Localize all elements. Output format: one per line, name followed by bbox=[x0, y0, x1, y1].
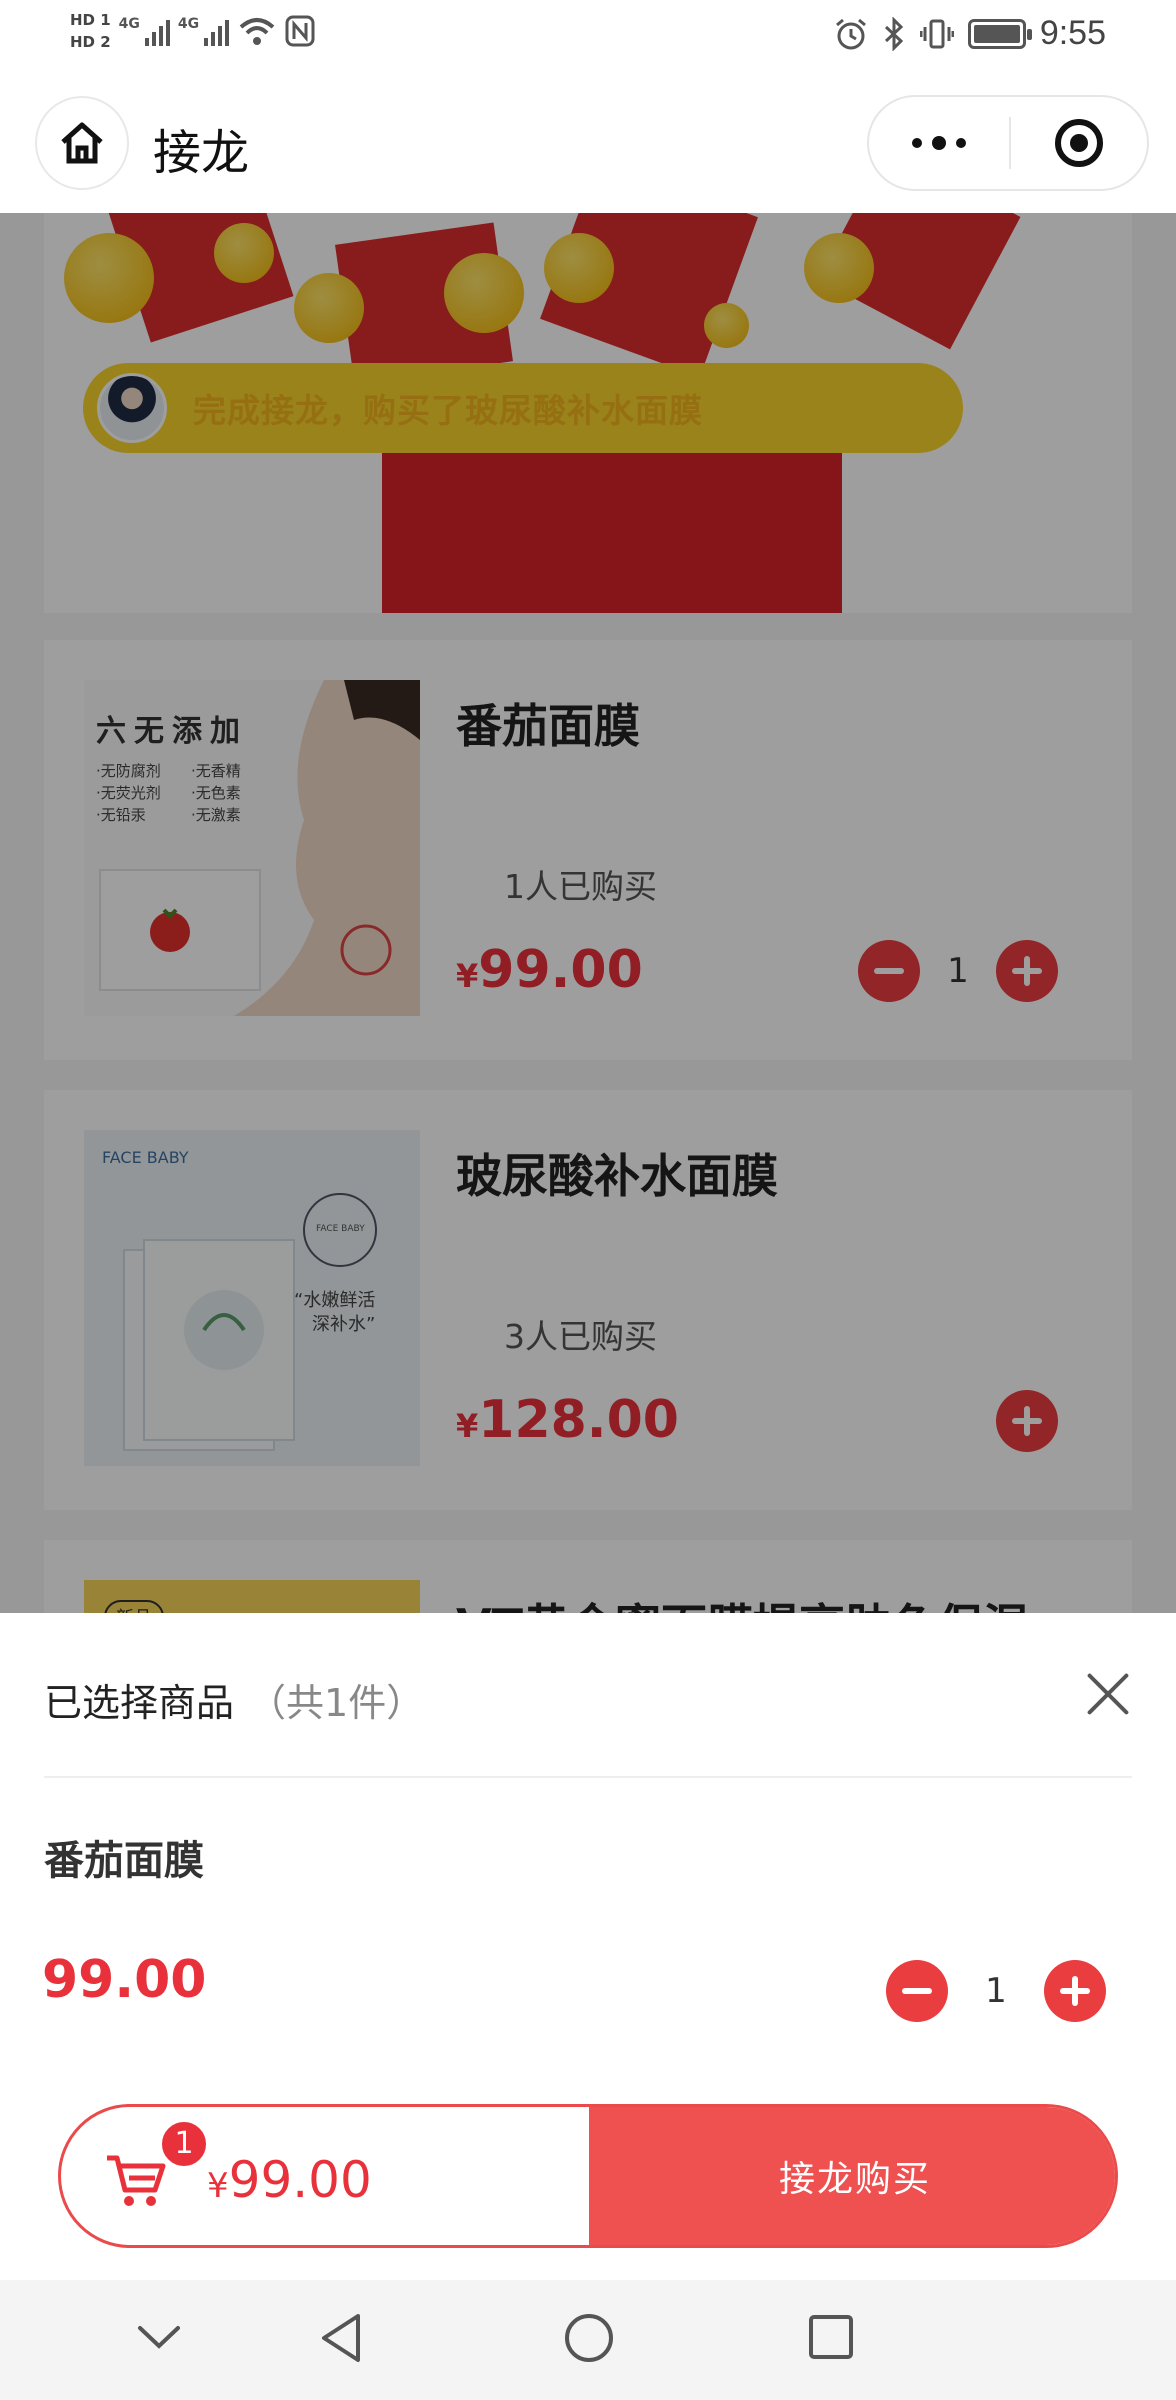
sheet-title: 已选择商品 （共1件） bbox=[44, 1672, 424, 1727]
status-right: 9:55 bbox=[834, 14, 1106, 53]
target-icon bbox=[1055, 119, 1103, 167]
nfc-icon bbox=[285, 15, 315, 47]
signal-icon: 4G bbox=[119, 16, 170, 46]
network-type-1: 4G bbox=[118, 16, 140, 32]
divider bbox=[44, 1776, 1132, 1778]
collapse-icon[interactable] bbox=[136, 2322, 182, 2352]
cart-button[interactable]: 1 ¥99.00 bbox=[61, 2107, 589, 2245]
decrease-button[interactable] bbox=[886, 1960, 948, 2022]
quantity-stepper: 1 bbox=[886, 1960, 1106, 2022]
close-icon[interactable] bbox=[1084, 1670, 1132, 1718]
sim1-label: HD 1 bbox=[70, 11, 111, 29]
more-icon bbox=[912, 138, 922, 148]
selected-item-price: 99.00 bbox=[42, 1950, 207, 2010]
vibrate-icon bbox=[919, 19, 954, 48]
alarm-icon bbox=[835, 18, 866, 49]
sheet-title-text: 已选择商品 bbox=[44, 1681, 235, 1725]
bluetooth-icon bbox=[884, 16, 903, 51]
cart-badge: 1 bbox=[159, 2119, 209, 2169]
status-bar: HD 1 HD 2 4G 4G 9:55 bbox=[0, 0, 1176, 78]
page-title: 接龙 bbox=[153, 125, 250, 181]
home-icon bbox=[61, 122, 103, 164]
app-header: 接龙 bbox=[0, 78, 1176, 213]
cart-total: ¥99.00 bbox=[207, 2151, 372, 2209]
more-button[interactable] bbox=[869, 136, 1009, 150]
checkout-bar: 1 ¥99.00 接龙购买 bbox=[58, 2104, 1118, 2248]
buy-button[interactable]: 接龙购买 bbox=[589, 2107, 1115, 2245]
system-nav-bar bbox=[0, 2280, 1176, 2400]
clock: 9:55 bbox=[1039, 14, 1106, 52]
close-miniprogram-button[interactable] bbox=[1011, 117, 1147, 169]
status-left: HD 1 HD 2 4G 4G bbox=[70, 10, 315, 52]
recents-icon[interactable] bbox=[808, 2314, 854, 2360]
quantity-value: 1 bbox=[985, 1971, 1007, 2011]
home-button[interactable] bbox=[35, 96, 129, 190]
cart-icon bbox=[107, 2155, 166, 2206]
selected-item-name: 番茄面膜 bbox=[44, 1838, 204, 1884]
back-icon[interactable] bbox=[318, 2312, 366, 2364]
total-value: 99.00 bbox=[228, 2151, 372, 2209]
wifi-icon bbox=[239, 18, 275, 45]
sim2-label: HD 2 bbox=[70, 33, 111, 51]
currency-symbol: ¥ bbox=[207, 2166, 229, 2206]
modal-overlay[interactable] bbox=[0, 213, 1176, 1613]
sheet-item-count: （共1件） bbox=[248, 1681, 425, 1725]
signal-icon: 4G bbox=[177, 16, 230, 46]
network-type-2: 4G bbox=[177, 16, 200, 32]
home-circle-icon[interactable] bbox=[563, 2312, 615, 2364]
capsule-menu bbox=[867, 95, 1149, 191]
sim-labels: HD 1 HD 2 bbox=[70, 10, 111, 52]
increase-button[interactable] bbox=[1044, 1960, 1106, 2022]
battery-icon bbox=[967, 18, 1032, 49]
